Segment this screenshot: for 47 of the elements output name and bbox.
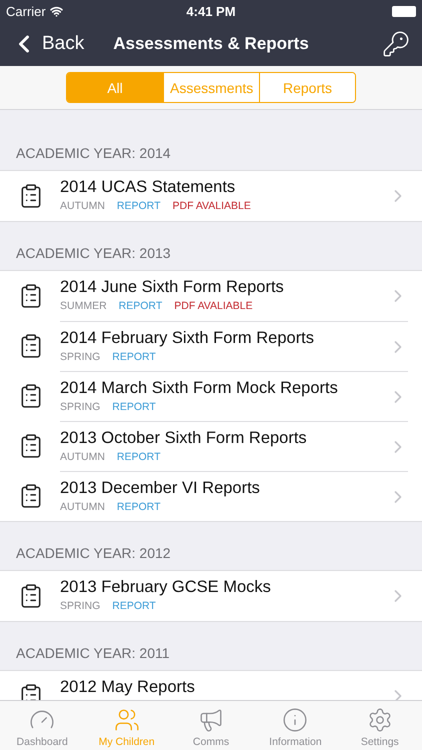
status-time: 4:41 PM [186,4,236,18]
report-tag: AUTUMN [60,451,105,463]
report-row[interactable]: 2013 October Sixth Form Reports AUTUMN REPORT [0,421,422,471]
report-tag: AUTUMN [60,501,105,513]
report-tag: REPORT [116,501,160,513]
section-header: ACADEMIC YEAR: 2012 [16,545,171,561]
report-row[interactable]: 2014 June Sixth Form Reports SUMMER REPORT PDF AVALIABLE [0,271,422,321]
report-tag: REPORT [112,401,156,413]
people-icon [114,707,140,733]
report-title: 2013 February GCSE Mocks [60,578,272,597]
report-tag: REPORT [116,451,160,463]
report-title: 2012 May Reports [60,678,196,697]
report-row[interactable]: 2013 February GCSE Mocks SPRING REPORT [0,571,422,621]
settings-icon [366,707,393,733]
megaphone-icon [198,707,224,733]
report-tag: PDF AVALIABLE [174,300,253,312]
report-tag: REPORT [118,300,162,312]
report-tag: REPORT [112,600,156,612]
section-header: ACADEMIC YEAR: 2011 [16,645,170,661]
wifi-icon [50,4,63,18]
report-tag: SPRING [60,401,100,413]
report-tag: AUTUMN [60,200,105,212]
report-row[interactable]: 2013 December VI Reports AUTUMN REPORT [0,471,422,521]
report-tag: REPORT [112,351,156,363]
report-tag: PDF AVALIABLE [172,200,251,212]
section-header: ACADEMIC YEAR: 2014 [16,145,171,161]
report-title: 2014 UCAS Statements [60,178,236,197]
report-title: 2013 October Sixth Form Reports [60,429,308,448]
info-icon [282,707,308,733]
report-tag: REPORT [116,200,160,212]
screen-title: Assessments & Reports [113,34,309,54]
report-tag: SPRING [60,600,100,612]
report-row[interactable]: 2014 February Sixth Form Reports SPRING REPORT [0,321,422,371]
report-title: 2014 June Sixth Form Reports [60,278,285,297]
report-title: 2013 December VI Reports [60,479,261,498]
back-button[interactable]: Back [10,30,84,58]
section-header: ACADEMIC YEAR: 2013 [16,245,171,261]
report-title: 2014 February Sixth Form Reports [60,329,316,348]
report-tag: SUMMER [60,300,107,312]
report-row[interactable]: 2012 May Reports [0,671,422,700]
report-row[interactable]: 2014 March Sixth Form Mock Reports SPRING REPORT [0,371,422,421]
report-row[interactable]: 2014 UCAS Statements AUTUMN REPORT PDF AVALIABLE [0,171,422,221]
report-tag: SPRING [60,351,100,363]
key-icon[interactable] [382,30,410,58]
report-title: 2014 March Sixth Form Mock Reports [60,379,339,398]
battery-icon [392,6,416,16]
carrier-label: Carrier [6,4,46,18]
